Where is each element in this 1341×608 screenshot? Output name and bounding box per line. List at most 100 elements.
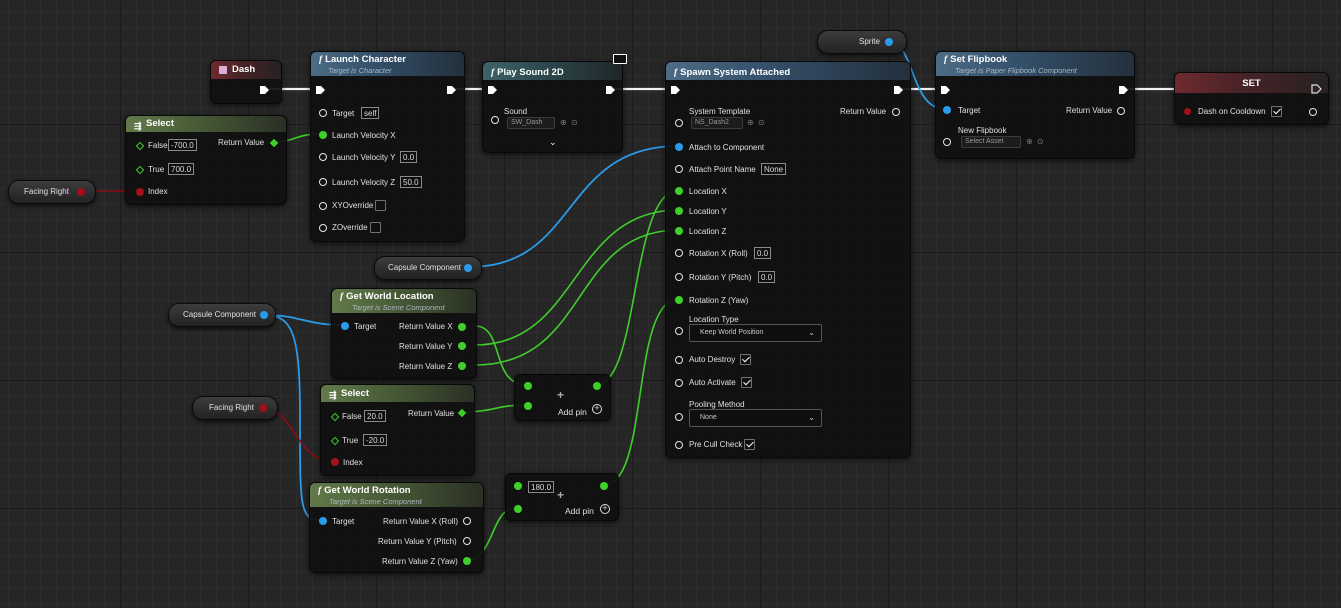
sound-asset-select[interactable]: SW_Dash (507, 117, 555, 129)
gwl-return-z-pin[interactable] (458, 362, 466, 370)
gwr-return-x-pin[interactable] (463, 517, 471, 525)
dash-on-cooldown-pin[interactable] (1184, 108, 1191, 115)
system-template-select[interactable]: NS_Dash2 (691, 117, 743, 129)
add-input-b-pin[interactable] (524, 402, 532, 410)
search-icon[interactable]: ⊙ (758, 118, 765, 127)
location-type-pin[interactable] (675, 327, 683, 335)
play-sound-2d-node[interactable]: f Play Sound 2D Sound SW_Dash ⊕ ⊙ ⌄ (482, 54, 627, 153)
true-pin[interactable] (330, 436, 340, 446)
facing-right-variable-1[interactable]: Facing Right (8, 180, 96, 204)
auto-destroy-checkbox[interactable] (740, 354, 751, 365)
add-input-a-field[interactable]: 180.0 (528, 481, 555, 493)
pre-cull-check-pin[interactable] (675, 441, 683, 449)
sound-pin[interactable] (491, 116, 499, 124)
add-pin-button[interactable]: Add pin (565, 506, 594, 516)
target-value-field[interactable]: self (361, 107, 380, 119)
sprite-out-pin[interactable] (885, 38, 893, 46)
capsule-out-pin[interactable] (464, 264, 472, 272)
gwl-return-y-pin[interactable] (458, 342, 466, 350)
browse-icon[interactable]: ⊕ (1026, 137, 1033, 146)
false-value-field[interactable]: -700.0 (168, 139, 197, 151)
add-node-2[interactable]: 180.0 + Add pin + (505, 473, 619, 521)
attach-point-name-field[interactable]: None (761, 163, 787, 175)
gwr-return-y-pin[interactable] (463, 537, 471, 545)
facing-right-variable-2[interactable]: Facing Right (192, 396, 278, 420)
xy-override-checkbox[interactable] (375, 200, 386, 211)
select-node-2[interactable]: ⇶ Select False 20.0 Return Value True -2… (320, 384, 475, 476)
true-value-field[interactable]: 700.0 (168, 163, 195, 175)
exec-in-pin[interactable] (940, 85, 951, 95)
exec-in-pin[interactable] (670, 85, 681, 95)
select-node-1[interactable]: ⇶ Select False -700.0 Return Value True … (125, 115, 287, 205)
add-output-pin[interactable] (593, 382, 601, 390)
spawn-return-pin[interactable] (892, 108, 900, 116)
add-circle-icon[interactable]: + (592, 404, 602, 414)
auto-activate-pin[interactable] (675, 379, 683, 387)
gwl-return-x-pin[interactable] (458, 323, 466, 331)
search-icon[interactable]: ⊙ (1037, 137, 1044, 146)
location-z-pin[interactable] (675, 227, 683, 235)
z-override-checkbox[interactable] (370, 222, 381, 233)
rotation-y-pin[interactable] (675, 273, 683, 281)
system-template-pin[interactable] (675, 119, 683, 127)
launch-velocity-x-pin[interactable] (319, 131, 327, 139)
target-pin[interactable] (319, 109, 327, 117)
browse-icon[interactable]: ⊕ (560, 118, 567, 127)
auto-activate-checkbox[interactable] (741, 377, 752, 388)
set-out-pin[interactable] (1309, 108, 1317, 116)
browse-icon[interactable]: ⊕ (747, 118, 754, 127)
capsule-out-pin[interactable] (260, 311, 268, 319)
xy-override-pin[interactable] (319, 202, 327, 210)
exec-out-pin[interactable] (446, 85, 457, 95)
false-value-field[interactable]: 20.0 (364, 410, 386, 422)
launch-character-node[interactable]: f Launch Character Target is Character Ta… (310, 51, 465, 242)
facing-right-out-pin[interactable] (259, 404, 267, 412)
dash-event-node[interactable]: Dash (210, 60, 282, 104)
exec-out-pin[interactable] (1311, 84, 1322, 94)
return-pin[interactable] (269, 138, 279, 148)
spawn-system-attached-node[interactable]: f Spawn System Attached System Template N… (665, 61, 911, 458)
gwl-target-pin[interactable] (341, 322, 349, 330)
launch-velocity-y-pin[interactable] (319, 153, 327, 161)
true-pin[interactable] (135, 165, 145, 175)
launch-velocity-y-field[interactable]: 0.0 (400, 151, 418, 163)
z-override-pin[interactable] (319, 224, 327, 232)
launch-velocity-z-pin[interactable] (319, 178, 327, 186)
gwr-target-pin[interactable] (319, 517, 327, 525)
get-world-rotation-node[interactable]: f Get World Rotation Target is Scene Comp… (309, 482, 484, 573)
sprite-variable[interactable]: Sprite (817, 30, 907, 54)
get-world-location-node[interactable]: f Get World Location Target is Scene Comp… (331, 288, 477, 379)
exec-in-pin[interactable] (487, 85, 498, 95)
set-variable-node[interactable]: SET Dash on Cooldown (1174, 72, 1329, 125)
launch-velocity-z-field[interactable]: 50.0 (400, 176, 422, 188)
new-flipbook-pin[interactable] (943, 138, 951, 146)
add-pin-button[interactable]: Add pin (558, 407, 587, 417)
true-value-field[interactable]: -20.0 (363, 434, 388, 446)
rotation-z-pin[interactable] (675, 296, 683, 304)
attach-to-component-pin[interactable] (675, 143, 683, 151)
add-input-b-pin[interactable] (514, 505, 522, 513)
return-pin[interactable] (457, 408, 467, 418)
false-pin[interactable] (330, 412, 340, 422)
location-y-pin[interactable] (675, 207, 683, 215)
attach-point-name-pin[interactable] (675, 165, 683, 173)
index-pin[interactable] (331, 458, 339, 466)
flipbook-return-pin[interactable] (1117, 107, 1125, 115)
chevron-down-icon[interactable]: ⌄ (549, 137, 557, 148)
rotation-x-field[interactable]: 0.0 (754, 247, 772, 259)
search-icon[interactable]: ⊙ (571, 118, 578, 127)
flipbook-target-pin[interactable] (943, 106, 951, 114)
index-pin[interactable] (136, 188, 144, 196)
pooling-method-pin[interactable] (675, 413, 683, 421)
exec-out-pin[interactable] (893, 85, 904, 95)
rotation-y-field[interactable]: 0.0 (758, 271, 776, 283)
exec-in-pin[interactable] (315, 85, 326, 95)
exec-out-pin[interactable] (605, 85, 616, 95)
add-circle-icon[interactable]: + (600, 504, 610, 514)
false-pin[interactable] (135, 141, 145, 151)
pre-cull-check-checkbox[interactable] (744, 439, 755, 450)
capsule-component-variable-1[interactable]: Capsule Component (374, 256, 482, 280)
add-input-a-pin[interactable] (514, 482, 522, 490)
pooling-method-dropdown[interactable]: None ⌄ (689, 409, 822, 427)
add-node-1[interactable]: + Add pin + (514, 374, 611, 421)
